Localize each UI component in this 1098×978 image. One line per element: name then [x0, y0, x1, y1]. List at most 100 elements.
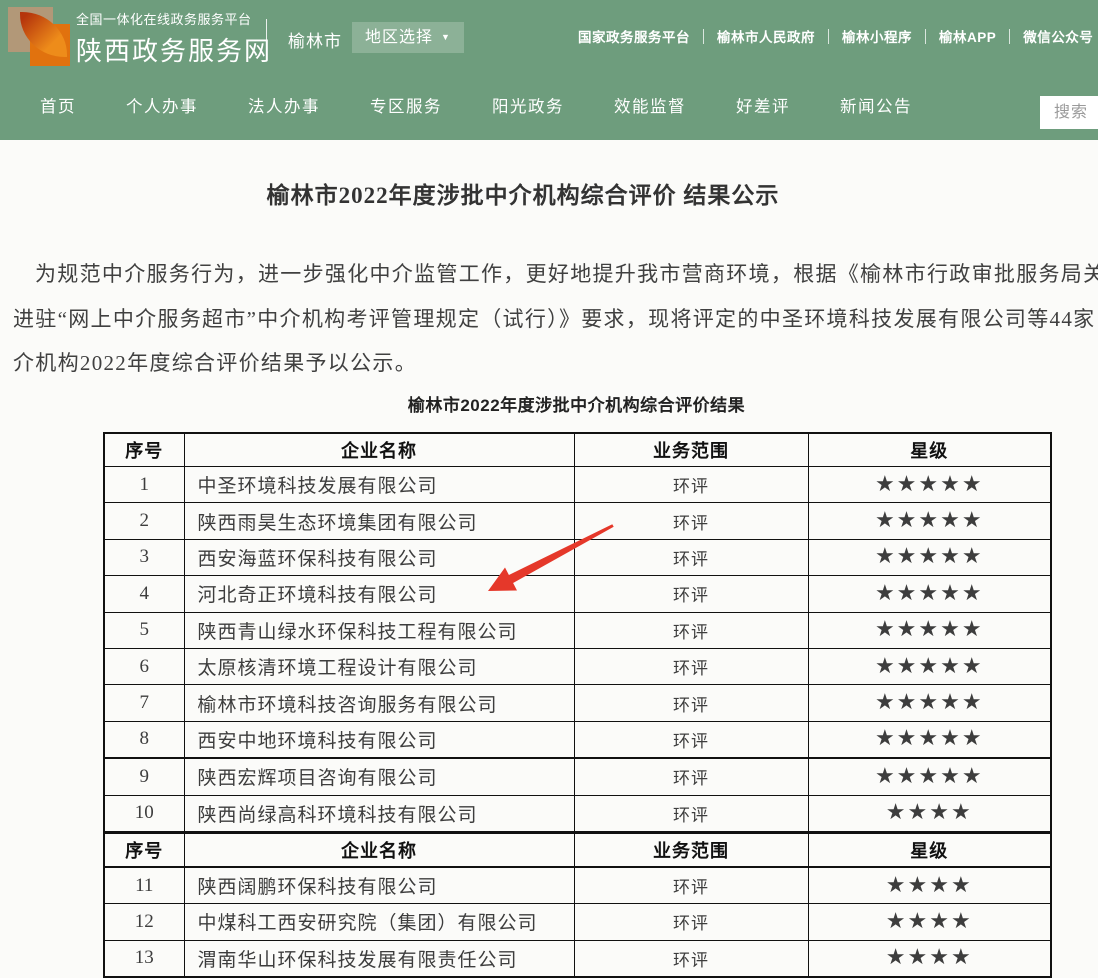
- cell-business-scope: 环评: [574, 758, 808, 795]
- cell-company-name: 西安中地环境科技有限公司: [184, 721, 574, 758]
- cell-company-name: 陕西青山绿水环保科技工程有限公司: [184, 612, 574, 648]
- nav-item[interactable]: 个人办事: [126, 93, 198, 117]
- announcement-document: 榆林市2022年度涉批中介机构综合评价 结果公示 为规范中介服务行为，进一步强化…: [0, 140, 1098, 947]
- cell-business-scope: 环评: [574, 503, 808, 539]
- table-row: 3西安海蓝环保科技有限公司环评★★★★★: [104, 539, 1051, 575]
- column-header: 业务范围: [574, 832, 808, 867]
- column-header: 企业名称: [184, 433, 574, 467]
- nav-item[interactable]: 效能监督: [614, 93, 686, 117]
- main-nav-bar: 首页 个人办事 法人办事 专区服务 阳光政务 效能监督 好差评 新闻公告: [0, 70, 1098, 140]
- nav-item[interactable]: 阳光政务: [492, 93, 564, 117]
- brand-block: 全国一体化在线政务服务平台 陕西政务服务网: [76, 9, 272, 68]
- site-logo-icon: [8, 4, 70, 66]
- cell-seq: 2: [104, 503, 184, 539]
- cell-seq: 4: [104, 576, 184, 612]
- region-select-button[interactable]: 地区选择▼: [352, 22, 464, 53]
- cell-star-rating: ★★★★: [808, 867, 1051, 904]
- nav-item[interactable]: 好差评: [736, 93, 790, 117]
- cell-company-name: 榆林市环境科技咨询服务有限公司: [184, 685, 574, 721]
- platform-subtitle: 全国一体化在线政务服务平台: [76, 9, 272, 28]
- cell-business-scope: 环评: [574, 648, 808, 684]
- paragraph-line: 进驻“网上中介服务超市”中介机构考评管理规定（试行）》要求，现将评定的中圣环境科…: [13, 303, 1095, 333]
- cell-company-name: 陕西雨昊生态环境集团有限公司: [184, 503, 574, 539]
- cell-star-rating: ★★★★: [808, 904, 1051, 940]
- cell-business-scope: 环评: [574, 940, 808, 977]
- nav-item[interactable]: 法人办事: [248, 93, 320, 117]
- cell-business-scope: 环评: [574, 685, 808, 721]
- cell-seq: 9: [104, 758, 184, 795]
- table-row: 9陕西宏辉项目咨询有限公司环评★★★★★: [104, 758, 1051, 795]
- cell-seq: 3: [104, 539, 184, 575]
- cell-company-name: 太原核清环境工程设计有限公司: [184, 648, 574, 684]
- top-link-divider: [703, 29, 704, 44]
- top-link[interactable]: 榆林小程序: [842, 26, 912, 46]
- table-row: 7榆林市环境科技咨询服务有限公司环评★★★★★: [104, 685, 1051, 721]
- evaluation-results-table: 序号企业名称业务范围星级1中圣环境科技发展有限公司环评★★★★★2陕西雨昊生态环…: [103, 432, 1052, 978]
- current-city-label: 榆林市: [288, 27, 342, 52]
- nav-item[interactable]: 首页: [40, 93, 76, 117]
- top-header-bar: 全国一体化在线政务服务平台 陕西政务服务网 榆林市 地区选择▼ 国家政务服务平台…: [0, 0, 1098, 70]
- cell-star-rating: ★★★★★: [808, 539, 1051, 575]
- cell-company-name: 渭南华山环保科技发展有限责任公司: [184, 940, 574, 977]
- nav-item[interactable]: 新闻公告: [840, 93, 912, 117]
- column-header: 序号: [104, 433, 184, 467]
- top-link[interactable]: 微信公众号: [1023, 26, 1093, 46]
- cell-star-rating: ★★★★★: [808, 685, 1051, 721]
- cell-company-name: 河北奇正环境科技有限公司: [184, 576, 574, 612]
- search-input[interactable]: [1040, 96, 1098, 129]
- cell-seq: 10: [104, 795, 184, 832]
- cell-star-rating: ★★★★★: [808, 576, 1051, 612]
- brand-divider: [266, 19, 267, 52]
- cell-star-rating: ★★★★★: [808, 467, 1051, 503]
- column-header: 星级: [808, 832, 1051, 867]
- table-row: 5陕西青山绿水环保科技工程有限公司环评★★★★★: [104, 612, 1051, 648]
- nav-items: 首页 个人办事 法人办事 专区服务 阳光政务 效能监督 好差评 新闻公告: [40, 70, 912, 140]
- cell-business-scope: 环评: [574, 721, 808, 758]
- cell-seq: 1: [104, 467, 184, 503]
- paragraph-line: 为规范中介服务行为，进一步强化中介监管工作，更好地提升我市营商环境，根据《榆林市…: [13, 258, 1098, 288]
- cell-seq: 7: [104, 685, 184, 721]
- cell-business-scope: 环评: [574, 904, 808, 940]
- page-title: 榆林市2022年度涉批中介机构综合评价 结果公示: [0, 176, 1046, 210]
- cell-company-name: 陕西宏辉项目咨询有限公司: [184, 758, 574, 795]
- cell-seq: 5: [104, 612, 184, 648]
- cell-company-name: 中圣环境科技发展有限公司: [184, 467, 574, 503]
- paragraph-line: 介机构2022年度综合评价结果予以公示。: [13, 347, 417, 377]
- table-row: 6太原核清环境工程设计有限公司环评★★★★★: [104, 648, 1051, 684]
- cell-business-scope: 环评: [574, 867, 808, 904]
- chevron-down-icon: ▼: [441, 22, 451, 53]
- nav-item[interactable]: 专区服务: [370, 93, 442, 117]
- cell-seq: 8: [104, 721, 184, 758]
- cell-business-scope: 环评: [574, 467, 808, 503]
- cell-company-name: 中煤科工西安研究院（集团）有限公司: [184, 904, 574, 940]
- cell-company-name: 陕西阔鹏环保科技有限公司: [184, 867, 574, 904]
- cell-star-rating: ★★★★★: [808, 648, 1051, 684]
- cell-seq: 12: [104, 904, 184, 940]
- cell-business-scope: 环评: [574, 539, 808, 575]
- cell-star-rating: ★★★★★: [808, 721, 1051, 758]
- cell-company-name: 西安海蓝环保科技有限公司: [184, 539, 574, 575]
- cell-company-name: 陕西尚绿高科环境科技有限公司: [184, 795, 574, 832]
- cell-seq: 11: [104, 867, 184, 904]
- table-row: 13渭南华山环保科技发展有限责任公司环评★★★★: [104, 940, 1051, 977]
- table-row: 4河北奇正环境科技有限公司环评★★★★★: [104, 576, 1051, 612]
- cell-business-scope: 环评: [574, 612, 808, 648]
- table-row: 10陕西尚绿高科环境科技有限公司环评★★★★: [104, 795, 1051, 832]
- top-link-divider: [1009, 29, 1010, 44]
- table-caption: 榆林市2022年度涉批中介机构综合评价结果: [103, 391, 1050, 416]
- cell-star-rating: ★★★★★: [808, 758, 1051, 795]
- cell-seq: 6: [104, 648, 184, 684]
- top-link[interactable]: 榆林APP: [939, 26, 996, 46]
- table-row: 8西安中地环境科技有限公司环评★★★★★: [104, 721, 1051, 758]
- table-header-row: 序号企业名称业务范围星级: [104, 832, 1051, 867]
- table-row: 11陕西阔鹏环保科技有限公司环评★★★★: [104, 867, 1051, 904]
- cell-star-rating: ★★★★: [808, 795, 1051, 832]
- top-links: 国家政务服务平台榆林市人民政府榆林小程序榆林APP微信公众号注册: [578, 26, 1098, 46]
- top-link[interactable]: 榆林市人民政府: [717, 26, 815, 46]
- cell-seq: 13: [104, 940, 184, 977]
- column-header: 序号: [104, 832, 184, 867]
- top-link-divider: [828, 29, 829, 44]
- top-link-divider: [925, 29, 926, 44]
- column-header: 企业名称: [184, 832, 574, 867]
- top-link[interactable]: 国家政务服务平台: [578, 26, 690, 46]
